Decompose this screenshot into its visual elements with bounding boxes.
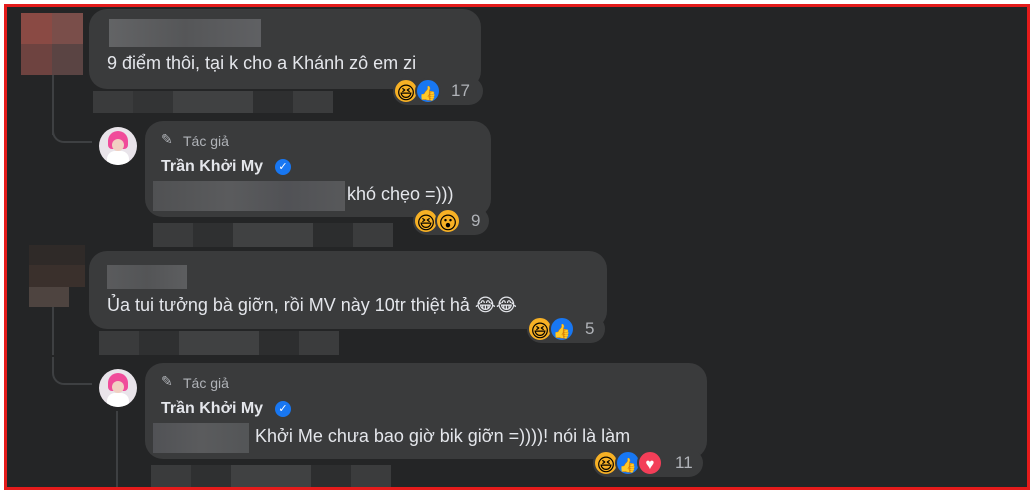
reply-thread-branch [52,115,92,143]
commenter-avatar[interactable] [21,13,83,75]
verified-badge-icon: ✓ [275,159,291,175]
author-badge: Tác giả [183,133,229,149]
pen-icon: ✎ [161,131,173,147]
author-badge: Tác giả [183,375,229,391]
like-reaction-icon: 👍 [549,316,575,342]
verified-badge-icon: ✓ [275,401,291,417]
reaction-summary[interactable]: 😆 👍 17 [393,77,483,105]
reply-text: khó chẹo =))) [347,184,454,204]
wow-reaction-icon: 😮 [435,208,461,234]
author-name[interactable]: Trần Khởi My [161,158,263,176]
reply-thread-line [52,307,54,355]
reply-text: Khởi Me chưa bao giờ bik giỡn =))))! nói… [255,426,631,446]
reaction-summary[interactable]: 😆 👍 ♥ 11 [593,449,703,477]
reaction-count: 17 [451,81,470,100]
comment-actions-blurred[interactable] [93,91,333,113]
reaction-count: 9 [471,211,481,230]
love-reaction-icon: ♥ [637,450,663,476]
reaction-summary[interactable]: 😆 👍 5 [527,315,605,343]
comment-bubble: Ủa tui tưởng bà giỡn, rồi MV này 10tr th… [89,251,607,329]
comment-text: 9 điểm thôi, tại k cho a Khánh zô em zi [107,53,417,73]
reply-actions-blurred[interactable] [153,223,393,247]
author-name[interactable]: Trần Khởi My [161,400,263,418]
author-avatar[interactable] [99,369,137,407]
mention-blurred[interactable] [153,181,345,211]
commenter-avatar[interactable] [29,245,85,307]
reaction-summary[interactable]: 😆 😮 9 [413,207,489,235]
commenter-name-blurred[interactable] [107,265,187,289]
reply-bubble: ✎ Tác giả Trần Khởi My ✓ khó chẹo =))) [145,121,491,217]
mention-blurred[interactable] [153,423,249,453]
author-avatar[interactable] [99,127,137,165]
pen-icon: ✎ [161,373,173,389]
reply-thread-line [116,411,118,487]
comment-screenshot-frame: 9 điểm thôi, tại k cho a Khánh zô em zi … [4,4,1030,490]
comment-actions-blurred[interactable] [99,331,339,355]
reaction-count: 5 [585,319,595,338]
reply-bubble: ✎ Tác giả Trần Khởi My ✓ Khởi Me chưa ba… [145,363,707,459]
comment-text: Ủa tui tưởng bà giỡn, rồi MV này 10tr th… [107,295,517,315]
commenter-name-blurred[interactable] [109,19,261,47]
reply-actions-blurred[interactable] [151,465,391,487]
reply-thread-branch [52,357,92,385]
like-reaction-icon: 👍 [415,78,441,104]
reaction-count: 11 [675,453,693,472]
